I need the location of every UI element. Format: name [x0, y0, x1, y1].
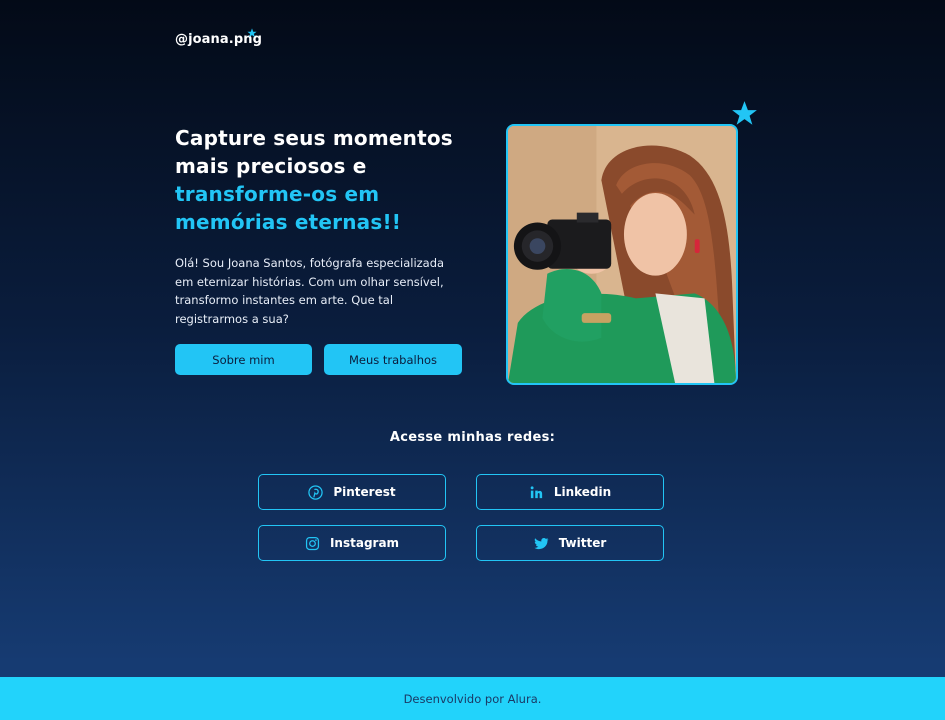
- linkedin-icon: [530, 485, 542, 498]
- hero-title: Capture seus momentos mais preciosos e t…: [175, 124, 485, 236]
- hero-title-accent: transforme-os em: [175, 182, 380, 206]
- pinterest-link[interactable]: Pinterest: [258, 474, 446, 510]
- pinterest-label: Pinterest: [333, 485, 396, 499]
- hero-title-line: mais preciosos e: [175, 154, 367, 178]
- instagram-label: Instagram: [329, 536, 400, 550]
- twitter-label: Twitter: [558, 536, 607, 550]
- social-title: Acesse minhas redes:: [389, 430, 556, 445]
- linkedin-link[interactable]: Linkedin: [476, 474, 664, 510]
- hero-title-accent: memórias eternas!!: [175, 210, 402, 234]
- footer: Desenvolvido por Alura.: [0, 677, 945, 720]
- hero-title-line: Capture seus momentos: [175, 126, 453, 150]
- twitter-icon: [534, 537, 549, 549]
- instagram-link[interactable]: Instagram: [258, 525, 446, 561]
- footer-text: Desenvolvido por Alura.: [403, 691, 542, 706]
- star-icon: [732, 101, 757, 125]
- works-button[interactable]: Meus trabalhos: [324, 344, 462, 375]
- about-button[interactable]: Sobre mim: [175, 344, 312, 375]
- twitter-link[interactable]: Twitter: [476, 525, 664, 561]
- star-icon: [247, 28, 257, 38]
- hero-description: Olá! Sou Joana Santos, fotógrafa especia…: [175, 256, 445, 326]
- linkedin-label: Linkedin: [553, 485, 612, 499]
- profile-photo: [506, 124, 738, 385]
- photographer-illustration: [508, 126, 736, 383]
- pinterest-icon: [308, 484, 324, 500]
- instagram-icon: [305, 536, 320, 550]
